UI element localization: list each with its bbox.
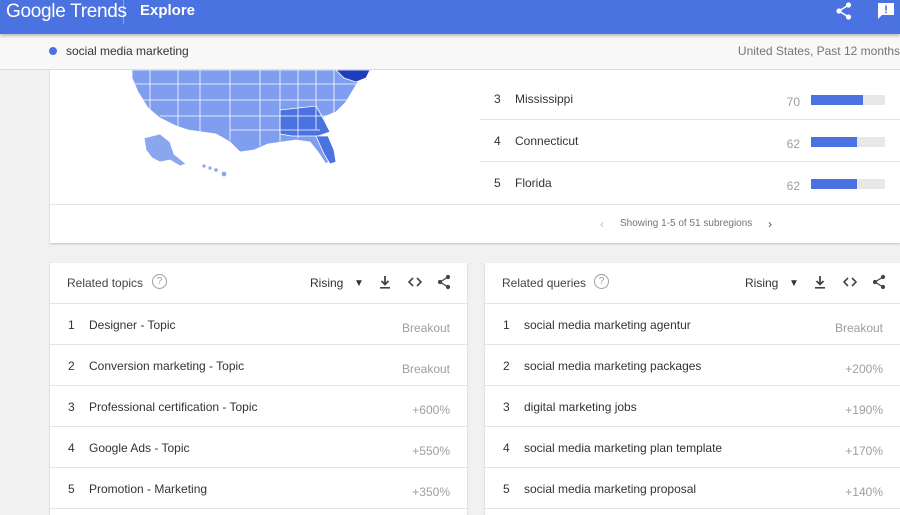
list-item[interactable]: 5 Promotion - Marketing +350%	[50, 468, 467, 509]
region-value: 70	[786, 95, 800, 109]
region-bar	[811, 137, 885, 147]
list-item[interactable]: 1 Designer - Topic Breakout	[50, 304, 467, 345]
item-label[interactable]: Promotion - Marketing	[89, 482, 207, 496]
item-metric: +170%	[845, 444, 883, 458]
region-bar-fill	[811, 179, 857, 189]
google-trends-logo[interactable]: Google Trends	[6, 1, 127, 23]
region-name[interactable]: Mississippi	[515, 92, 573, 106]
list-item[interactable]: 4 Google Ads - Topic +550%	[50, 427, 467, 468]
card-title: Related topics	[67, 276, 144, 290]
sort-select[interactable]: Rising	[310, 276, 343, 290]
region-rank: 4	[494, 134, 501, 148]
search-term-bar: social media marketing United States, Pa…	[0, 34, 900, 70]
share-icon[interactable]	[436, 274, 452, 290]
logo-trends: Trends	[70, 1, 127, 22]
feedback-icon[interactable]	[876, 1, 896, 21]
item-label[interactable]: social media marketing packages	[524, 359, 701, 373]
card-title: Related queries	[502, 276, 587, 290]
region-bar	[811, 95, 885, 105]
item-rank: 1	[68, 318, 75, 332]
sort-select[interactable]: Rising	[745, 276, 778, 290]
header-divider	[123, 0, 124, 24]
item-rank: 3	[68, 400, 75, 414]
item-metric: +140%	[845, 485, 883, 499]
region-row[interactable]: 3 Mississippi 70	[480, 78, 900, 120]
help-icon[interactable]: ?	[594, 274, 609, 289]
item-metric: +190%	[845, 403, 883, 417]
region-row[interactable]: 5 Florida 62	[480, 162, 900, 204]
item-rank: 1	[503, 318, 510, 332]
list-item[interactable]: 1 social media marketing agentur Breakou…	[485, 304, 900, 345]
region-name[interactable]: Florida	[515, 176, 552, 190]
item-rank: 4	[503, 441, 510, 455]
item-label[interactable]: Conversion marketing - Topic	[89, 359, 244, 373]
item-metric: +600%	[412, 403, 450, 417]
item-label[interactable]: social media marketing agentur	[524, 318, 691, 332]
map-card-divider	[50, 204, 900, 205]
item-label[interactable]: Designer - Topic	[89, 318, 175, 332]
pager-text: Showing 1-5 of 51 subregions	[620, 218, 753, 229]
interest-by-subregion-card: 3 Mississippi 70 4 Connecticut 62 5 Flor…	[50, 70, 900, 243]
app-bar: Google Trends Explore	[0, 0, 900, 34]
term-color-dot	[49, 47, 57, 55]
region-bar-fill	[811, 137, 857, 147]
item-metric: +550%	[412, 444, 450, 458]
item-rank: 3	[503, 400, 510, 414]
list-item[interactable]: 5 social media marketing proposal +140%	[485, 468, 900, 509]
list-item[interactable]: 4 social media marketing plan template +…	[485, 427, 900, 468]
item-rank: 5	[68, 482, 75, 496]
list-item[interactable]: 3 Professional certification - Topic +60…	[50, 386, 467, 427]
item-rank: 4	[68, 441, 75, 455]
region-rank: 5	[494, 176, 501, 190]
chevron-down-icon[interactable]: ▼	[789, 278, 799, 289]
item-metric: +200%	[845, 362, 883, 376]
related-topics-card: Related topics ? Rising ▼ 1 Designer - T…	[50, 263, 467, 515]
share-icon[interactable]	[871, 274, 887, 290]
region-value: 62	[786, 179, 800, 193]
item-rank: 2	[68, 359, 75, 373]
item-label[interactable]: Google Ads - Topic	[89, 441, 190, 455]
item-metric: Breakout	[834, 321, 883, 335]
pager-next-icon[interactable]: ›	[768, 217, 772, 231]
related-queries-card: Related queries ? Rising ▼ 1 social medi…	[485, 263, 900, 515]
help-icon[interactable]: ?	[152, 274, 167, 289]
item-label[interactable]: social media marketing proposal	[524, 482, 696, 496]
region-row[interactable]: 4 Connecticut 62	[480, 120, 900, 162]
item-metric: Breakout	[401, 362, 450, 376]
region-bar	[811, 179, 885, 189]
list-item[interactable]: 2 social media marketing packages +200%	[485, 345, 900, 386]
chevron-down-icon[interactable]: ▼	[354, 278, 364, 289]
card-header: Related topics ? Rising ▼	[50, 263, 467, 304]
embed-icon[interactable]	[407, 274, 423, 290]
page-title: Explore	[140, 2, 196, 19]
item-label[interactable]: Professional certification - Topic	[89, 400, 258, 414]
search-term[interactable]: social media marketing	[66, 44, 189, 58]
card-header: Related queries ? Rising ▼	[485, 263, 900, 304]
region-name[interactable]: Connecticut	[515, 134, 578, 148]
region-rank: 3	[494, 92, 501, 106]
item-rank: 2	[503, 359, 510, 373]
download-icon[interactable]	[377, 274, 393, 290]
list-item[interactable]: 3 digital marketing jobs +190%	[485, 386, 900, 427]
item-metric: Breakout	[401, 321, 450, 335]
us-map[interactable]	[130, 70, 430, 180]
embed-icon[interactable]	[842, 274, 858, 290]
item-rank: 5	[503, 482, 510, 496]
search-scope[interactable]: United States, Past 12 months	[738, 44, 900, 58]
item-metric: +350%	[412, 485, 450, 499]
download-icon[interactable]	[812, 274, 828, 290]
region-bar-fill	[811, 95, 863, 105]
region-value: 62	[786, 137, 800, 151]
pager-prev-icon[interactable]: ‹	[600, 217, 604, 231]
item-label[interactable]: social media marketing plan template	[524, 441, 722, 455]
share-icon[interactable]	[834, 1, 854, 21]
list-item[interactable]: 2 Conversion marketing - Topic Breakout	[50, 345, 467, 386]
item-label[interactable]: digital marketing jobs	[524, 400, 637, 414]
logo-google: Google	[6, 1, 66, 22]
